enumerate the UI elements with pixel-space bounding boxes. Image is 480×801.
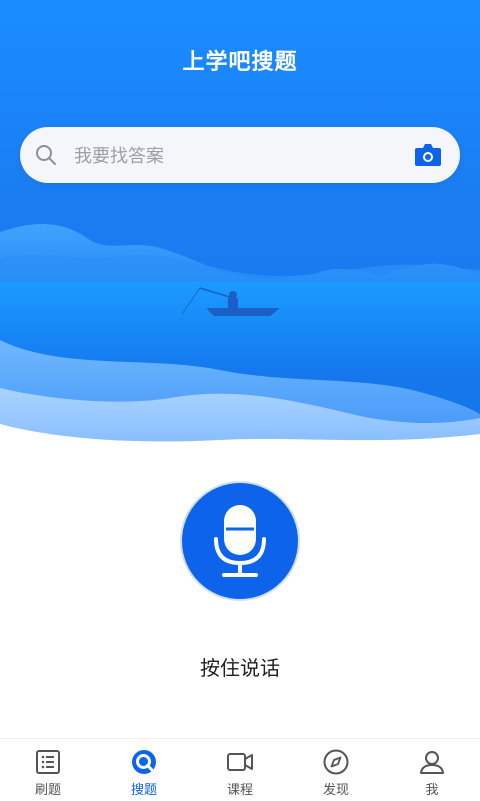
tab-discover[interactable]: 发现 bbox=[288, 739, 384, 801]
search-icon bbox=[36, 145, 56, 165]
voice-hint-label: 按住说话 bbox=[200, 656, 280, 680]
tab-practice[interactable]: 刷题 bbox=[0, 739, 96, 801]
microphone-icon bbox=[214, 505, 266, 577]
search-input[interactable] bbox=[72, 127, 396, 185]
tab-label: 课程 bbox=[226, 783, 253, 798]
tab-label: 发现 bbox=[322, 783, 349, 798]
list-icon bbox=[36, 750, 60, 774]
bottom-tab-bar: 刷题 搜题 课程 发现 我 bbox=[0, 738, 480, 801]
tab-courses[interactable]: 课程 bbox=[192, 739, 288, 801]
app-title: 上学吧搜题 bbox=[182, 50, 298, 75]
camera-icon[interactable] bbox=[414, 142, 442, 168]
hero-banner: 上学吧搜题 bbox=[0, 0, 480, 460]
voice-search-button[interactable] bbox=[182, 483, 298, 599]
user-icon bbox=[420, 751, 444, 774]
tab-me[interactable]: 我 bbox=[384, 739, 480, 801]
tab-search[interactable]: 搜题 bbox=[96, 739, 192, 801]
tab-label: 搜题 bbox=[130, 783, 157, 798]
search-tab-icon bbox=[132, 750, 156, 774]
tab-label: 刷题 bbox=[34, 783, 61, 798]
tab-label: 我 bbox=[425, 783, 439, 798]
video-icon bbox=[227, 753, 253, 771]
search-bar[interactable] bbox=[20, 127, 460, 185]
compass-icon bbox=[323, 749, 349, 775]
